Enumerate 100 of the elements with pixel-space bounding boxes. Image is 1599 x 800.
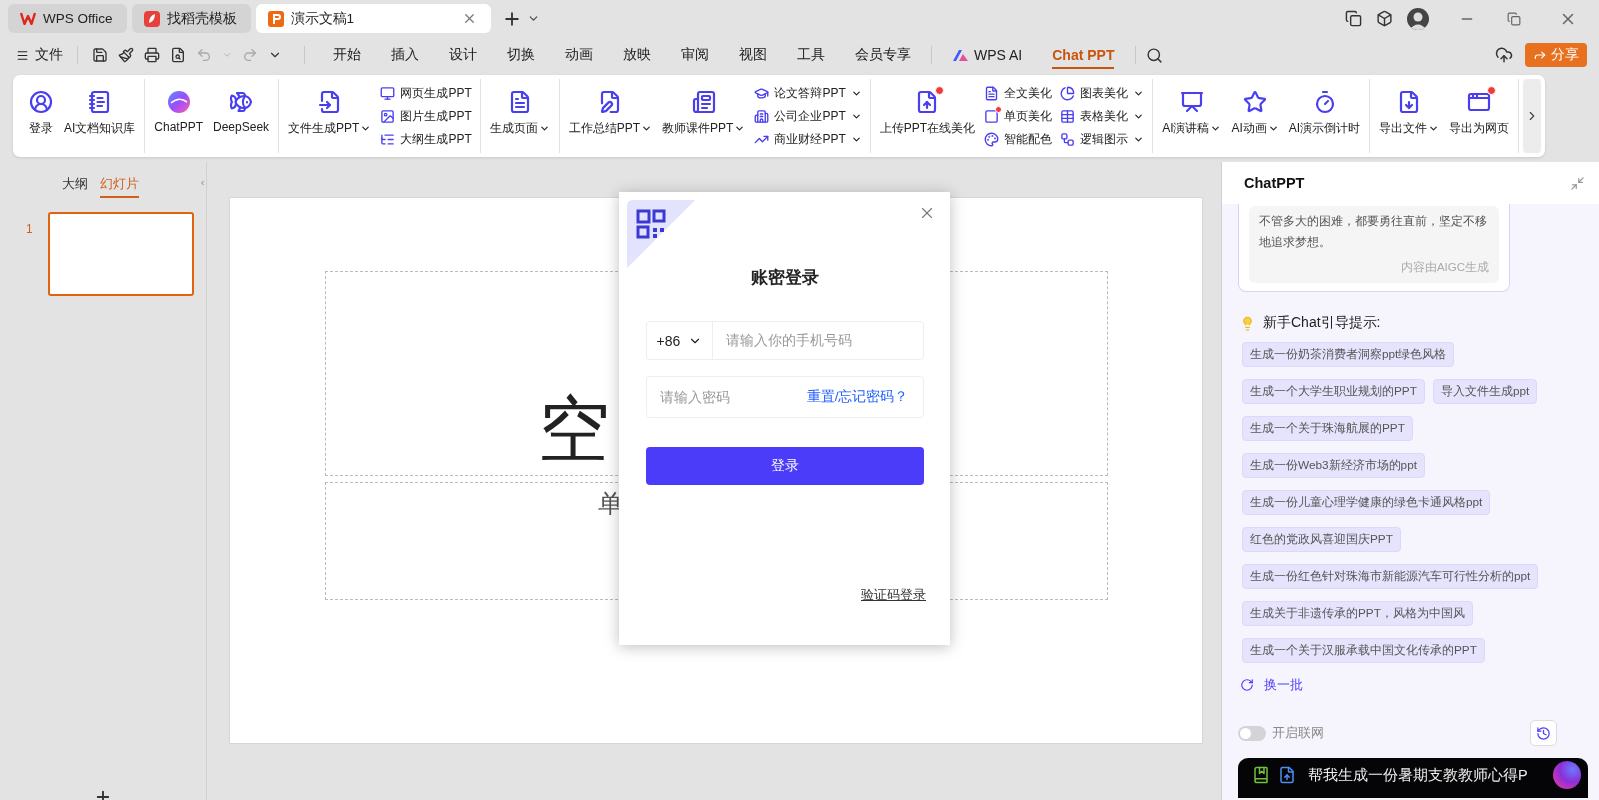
building-icon	[754, 108, 770, 124]
document-tab[interactable]: 找稻壳模板	[131, 4, 251, 33]
menu-tab[interactable]: 视图	[739, 46, 767, 70]
restore-icon[interactable]	[1507, 11, 1521, 26]
ribbon-button[interactable]: 导出文件	[1374, 87, 1445, 139]
menu-tab[interactable]: 切换	[507, 46, 535, 70]
menu-tab[interactable]: 会员专享	[855, 46, 911, 70]
pie-chart-icon	[1060, 85, 1076, 101]
forgot-password-link[interactable]: 重置/忘记密码？	[806, 388, 923, 406]
ribbon-button[interactable]: AI演示倒计时	[1283, 87, 1366, 139]
presentation-file-icon	[267, 10, 284, 27]
fish-icon	[229, 90, 254, 114]
ribbon-button[interactable]: 文件生成PPT	[283, 87, 377, 139]
notification-dot	[1487, 86, 1497, 95]
document-tab[interactable]: WPS Office	[8, 4, 127, 33]
chat-input-field[interactable]: 帮我生成一份暑期支教教师心得P	[1238, 758, 1588, 798]
menu-tab[interactable]: 设计	[449, 46, 477, 70]
prompt-chip[interactable]: 生成一份奶茶消费者洞察ppt绿色风格	[1242, 342, 1455, 367]
menu-tab[interactable]: 动画	[565, 46, 593, 70]
cloud-upload-icon[interactable]	[1495, 46, 1513, 64]
ribbon-button[interactable]: 教师课件PPT	[657, 87, 751, 139]
tips-heading: 新手Chat引导提示:	[1263, 314, 1381, 332]
refresh-icon[interactable]	[1240, 678, 1254, 692]
code-login-link[interactable]: 验证码登录	[861, 587, 926, 604]
presentation-icon	[1179, 90, 1204, 114]
prompt-chip[interactable]: 导入文件生成ppt	[1432, 379, 1538, 404]
prompt-chip[interactable]: 生成一个关于珠海航展的PPT	[1242, 416, 1413, 441]
chat-title: ChatPPT	[1244, 175, 1305, 191]
ribbon-button[interactable]: 商业财经PPT	[752, 129, 864, 149]
star-icon	[1243, 90, 1268, 114]
prompt-chip[interactable]: 生成一份红色针对珠海市新能源汽车可行性分析的ppt	[1242, 564, 1539, 589]
file-icon	[317, 90, 342, 114]
ribbon-button[interactable]: 登录	[23, 87, 59, 139]
ribbon-button[interactable]: 工作总结PPT	[563, 87, 658, 139]
history-button[interactable]	[1530, 720, 1557, 746]
ribbon-button[interactable]: 生成页面	[484, 87, 555, 139]
ribbon-button[interactable]: 智能配色	[982, 129, 1055, 149]
document-tab[interactable]: 演示文稿1	[255, 4, 491, 33]
ribbon-button[interactable]: 论文答辩PPT	[752, 83, 864, 103]
password-field[interactable]: 请输入密码 重置/忘记密码？	[645, 376, 924, 418]
menu-tab[interactable]: 放映	[623, 46, 651, 70]
ribbon-button[interactable]: 图片生成PPT	[378, 106, 474, 126]
login-button[interactable]: 登录	[645, 447, 924, 485]
ribbon-button[interactable]: DeepSeek	[208, 87, 275, 136]
ribbon-button[interactable]: 图表美化	[1058, 83, 1147, 103]
slide-thumbnail[interactable]	[47, 212, 194, 296]
ribbon-button[interactable]: 导出为网页	[1444, 87, 1515, 139]
refresh-link[interactable]: 换一批	[1264, 676, 1303, 694]
phone-field[interactable]: +86 请输入你的手机号码	[645, 321, 924, 360]
panel-tab[interactable]: 大纲	[62, 172, 88, 198]
caret-icon	[1428, 123, 1440, 134]
avatar[interactable]	[1407, 7, 1429, 30]
ribbon-button[interactable]: ChatPPT	[149, 87, 209, 136]
ribbon-button[interactable]: 大纲生成PPT	[378, 129, 474, 149]
ribbon-button[interactable]: 全文美化	[982, 83, 1055, 103]
document-icon	[984, 85, 1000, 101]
ribbon-button[interactable]: AI演讲稿	[1157, 87, 1227, 139]
ribbon-button[interactable]: 单页美化	[982, 106, 1055, 126]
prompt-chip[interactable]: 生成一个关于汉服承载中国文化传承的PPT	[1242, 638, 1485, 663]
menu-tab[interactable]: 审阅	[681, 46, 709, 70]
newspaper-icon	[691, 90, 716, 114]
menu-tab[interactable]: 开始	[333, 46, 361, 70]
search-icon[interactable]	[1146, 46, 1164, 64]
caret-icon	[641, 123, 653, 134]
country-code-dropdown[interactable]: +86	[646, 322, 714, 359]
menu-tab[interactable]: WPS AI	[952, 47, 1023, 69]
ribbon-button[interactable]: 表格美化	[1058, 106, 1147, 126]
menu-tab[interactable]: 插入	[391, 46, 419, 70]
file-upload-icon[interactable]	[1278, 766, 1296, 784]
ribbon-button[interactable]: 公司企业PPT	[752, 106, 864, 126]
cube-icon[interactable]	[1376, 10, 1393, 27]
ribbon-button[interactable]: AI动画	[1226, 87, 1284, 139]
collapse-icon[interactable]	[1570, 175, 1585, 191]
window-icon[interactable]	[1345, 10, 1362, 27]
save-icon[interactable]	[92, 47, 108, 63]
quote-text: 不管多大的困难，都要勇往直前，坚定不移地追求梦想。	[1259, 213, 1488, 251]
prompt-chip[interactable]: 红色的党政风喜迎国庆PPT	[1242, 527, 1401, 552]
print-icon[interactable]	[144, 47, 160, 63]
ribbon-button[interactable]: AI文档知识库	[59, 87, 141, 139]
brush-icon[interactable]	[118, 47, 134, 63]
orb-icon	[166, 90, 191, 114]
prompt-chip[interactable]: 生成一个大学生职业规划的PPT	[1242, 379, 1425, 404]
ribbon-button[interactable]: 网页生成PPT	[378, 83, 474, 103]
prompt-chip[interactable]: 生成一份Web3新经济市场的ppt	[1242, 453, 1425, 478]
file-menu-button[interactable]: 文件	[16, 46, 63, 64]
print-preview-icon[interactable]	[170, 47, 186, 63]
menu-tab[interactable]: 工具	[797, 46, 825, 70]
prompt-chip[interactable]: 生成关于非遗传承的PPT，风格为中国风	[1242, 601, 1473, 626]
caret-icon	[734, 123, 746, 134]
prompt-chip[interactable]: 生成一份儿童心理学健康的绿色卡通风格ppt	[1242, 490, 1491, 515]
orb-icon[interactable]	[1552, 760, 1582, 790]
ribbon-button[interactable]: 逻辑图示	[1058, 129, 1147, 149]
table-icon	[1060, 108, 1076, 124]
chat-input[interactable]: 帮我生成一份暑期支教教师心得P	[1304, 767, 1544, 783]
qr-corner-icon[interactable]	[627, 200, 695, 268]
online-toggle[interactable]	[1238, 725, 1266, 741]
book-icon[interactable]	[1252, 766, 1270, 784]
slide-number: 1	[26, 222, 33, 238]
ribbon-button[interactable]: 上传PPT在线美化	[874, 87, 981, 139]
caret-icon	[1210, 123, 1222, 134]
